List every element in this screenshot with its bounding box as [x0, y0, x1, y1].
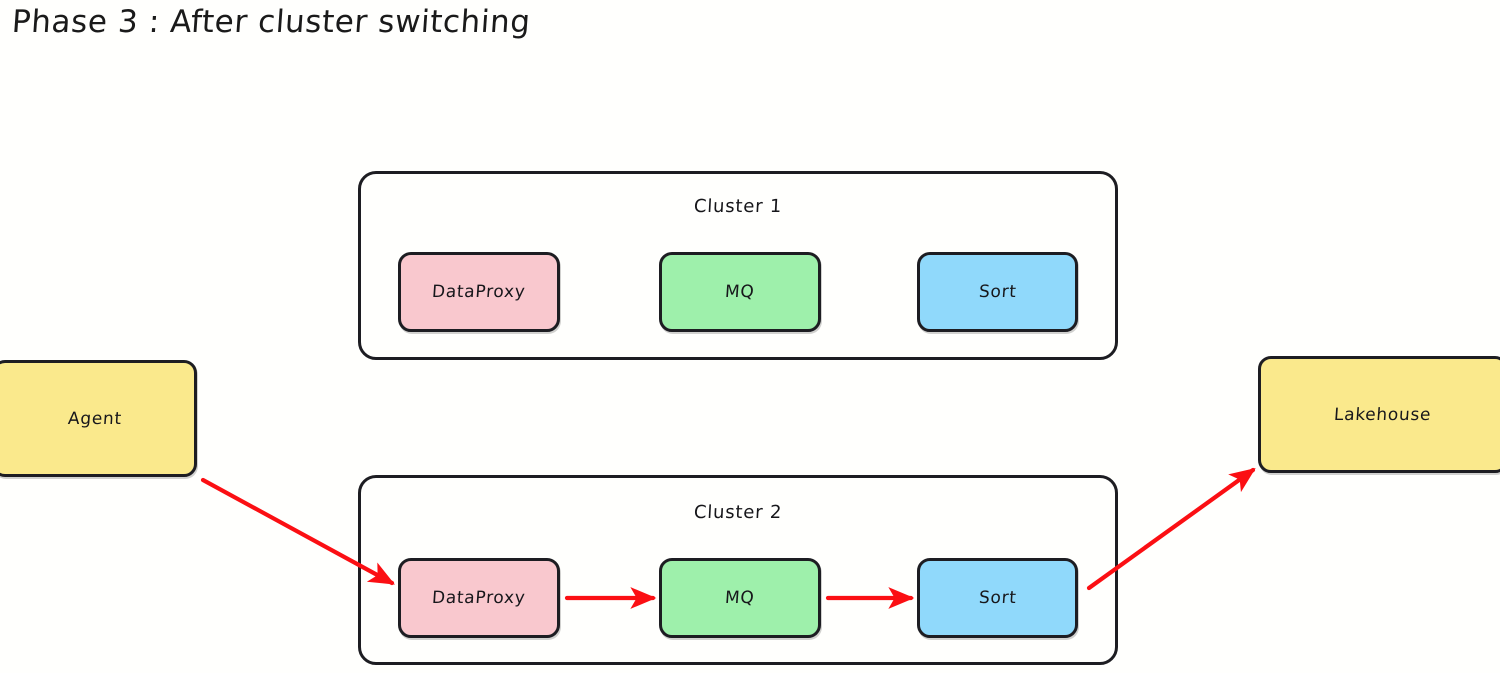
cluster-1-node-sort[interactable]: Sort	[917, 252, 1078, 332]
cluster-1-node-mq[interactable]: MQ	[659, 252, 821, 332]
cluster-1-node-sort-label: Sort	[977, 282, 1018, 302]
lakehouse-node[interactable]: Lakehouse	[1258, 356, 1500, 473]
agent-node-label: Agent	[66, 408, 123, 429]
lakehouse-node-label: Lakehouse	[1333, 404, 1433, 425]
cluster-1-node-dataproxy[interactable]: DataProxy	[398, 252, 560, 332]
cluster-1-node-dataproxy-label: DataProxy	[431, 282, 527, 302]
agent-node[interactable]: Agent	[0, 360, 197, 477]
cluster-1-label: Cluster 1	[693, 196, 783, 217]
cluster-1-node-mq-label: MQ	[724, 282, 756, 302]
cluster-2-node-dataproxy-label: DataProxy	[431, 588, 527, 608]
cluster-2-node-mq-label: MQ	[724, 588, 756, 608]
cluster-2-node-sort[interactable]: Sort	[917, 558, 1078, 638]
cluster-2-label: Cluster 2	[693, 502, 783, 523]
cluster-2-node-sort-label: Sort	[977, 588, 1018, 608]
cluster-2-node-mq[interactable]: MQ	[659, 558, 821, 638]
page-title: Phase 3 : After cluster switching	[10, 4, 532, 40]
cluster-2-node-dataproxy[interactable]: DataProxy	[398, 558, 560, 638]
diagram-canvas: Phase 3 : After cluster switching Cluste…	[0, 0, 1500, 673]
